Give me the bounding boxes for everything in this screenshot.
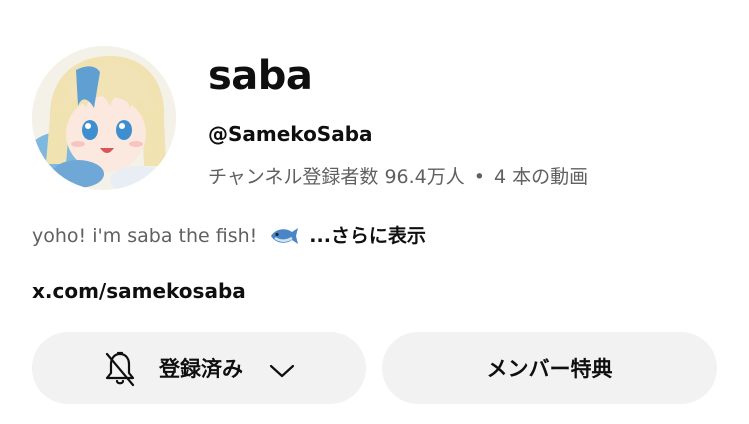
subscriber-count: チャンネル登録者数 96.4万人 xyxy=(208,166,465,188)
channel-handle: @SamekoSaba xyxy=(208,122,373,146)
fish-icon xyxy=(269,226,299,246)
show-more-link[interactable]: ...さらに表示 xyxy=(309,222,426,250)
channel-name: saba xyxy=(208,53,313,99)
description-text: yoho! i'm saba the fish! xyxy=(32,225,258,247)
membership-button[interactable]: メンバー特典 xyxy=(382,332,717,404)
channel-stats: チャンネル登録者数 96.4万人 • 4 本の動画 xyxy=(208,164,588,190)
stats-separator: • xyxy=(473,166,485,188)
subscribed-label: 登録済み xyxy=(159,357,243,381)
channel-link[interactable]: x.com/samekosaba xyxy=(32,277,246,305)
bell-off-icon xyxy=(103,348,137,388)
subscribed-button[interactable]: 登録済み xyxy=(32,332,366,404)
membership-label: メンバー特典 xyxy=(486,357,613,381)
avatar[interactable] xyxy=(32,46,176,190)
channel-description[interactable]: yoho! i'm saba the fish! ...さらに表示 xyxy=(32,222,426,250)
avatar-image xyxy=(32,46,176,190)
chevron-down-icon xyxy=(269,360,295,378)
video-count: 4 本の動画 xyxy=(494,166,589,188)
